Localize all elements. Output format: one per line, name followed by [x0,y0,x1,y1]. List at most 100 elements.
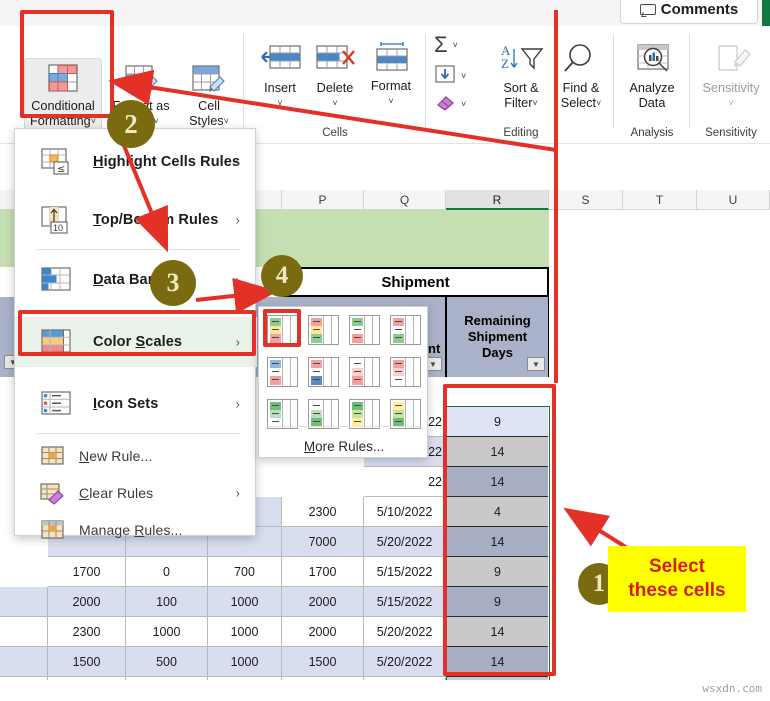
table-cell[interactable]: 5/15/2022 [364,587,446,617]
table-cell[interactable]: 500 [126,647,208,677]
cell-styles-button[interactable]: Cell Styles˅ [178,60,240,129]
table-cell[interactable]: 4000 [48,677,126,680]
format-label: Format ˅ [371,79,411,109]
table-cell[interactable]: 1000 [208,617,282,647]
sort-filter-button[interactable]: A Z Sort & Filter˅ [490,42,552,111]
table-cell[interactable]: 2800 [208,677,282,680]
menu-item-icon-sets[interactable]: Icon Sets › [15,375,257,433]
format-button[interactable]: Format ˅ [364,40,418,109]
chevron-down-icon[interactable]: ˅ [596,96,601,111]
table-cell[interactable] [0,587,48,617]
table-cell[interactable]: 5/20/2022 [364,677,446,680]
color-scale-swatch-blue-white-red[interactable] [267,357,298,387]
table-cell[interactable]: 2000 [48,587,126,617]
group-divider [243,34,244,128]
table-cell[interactable] [0,677,48,680]
chevron-down-icon[interactable]: ˅ [453,40,458,50]
merged-title-shipment[interactable]: Shipment [282,267,549,297]
color-scale-swatch-red-white-blue[interactable] [308,357,339,387]
table-cell[interactable]: 5/20/2022 [364,617,446,647]
table-cell[interactable]: 1000 [208,587,282,617]
color-scale-swatch-green-white[interactable] [267,399,298,429]
menu-item-data-bars[interactable]: Data Bars › [15,251,257,309]
chevron-right-icon: › [235,396,240,412]
group-divider [425,34,426,128]
chevron-down-icon[interactable]: ˅ [277,96,282,111]
filter-button-r[interactable]: ▼ [527,357,545,371]
chevron-down-icon[interactable]: ˅ [332,96,337,111]
table-cell[interactable]: 1000 [208,647,282,677]
more-rules-button[interactable]: More Rules... [259,439,429,454]
column-header-r[interactable]: R [446,190,549,210]
comments-button[interactable]: Comments [620,0,758,24]
step-badge-2: 2 [107,100,155,148]
chevron-down-icon[interactable]: ˅ [728,96,733,111]
sensitivity-icon [709,42,753,78]
column-header-t[interactable]: T [623,190,697,210]
chevron-down-icon[interactable]: ˅ [461,71,466,81]
color-scale-swatch-green-yellow-red[interactable] [267,315,298,345]
table-cell[interactable]: 100 [126,587,208,617]
conditional-formatting-button[interactable]: Conditional Formatting˅ [24,60,102,129]
column-header-s[interactable]: S [549,190,623,210]
column-header-q[interactable]: Q [364,190,446,210]
delete-button[interactable]: Delete ˅ [308,42,362,111]
comments-label: Comments [660,1,739,18]
table-cell[interactable] [0,647,48,677]
autosum-row: Σ ˅ [434,34,458,56]
chevron-down-icon[interactable]: ˅ [532,96,537,111]
table-cell[interactable]: 5/20/2022 [364,647,446,677]
menu-item-label: Clear Rules [79,485,154,501]
insert-cells-icon [258,42,302,78]
sensitivity-button[interactable]: Sensitivity ˅ [694,42,768,111]
table-cell[interactable]: 1500 [282,647,364,677]
table-cell[interactable] [0,617,48,647]
table-cell[interactable]: 1000 [126,617,208,647]
insert-button[interactable]: Insert ˅ [254,42,306,111]
clear-button[interactable]: ˅ [434,92,466,115]
color-scale-swatch-green-white-red[interactable] [349,315,380,345]
table-cell[interactable]: 5/10/2022 [364,497,446,527]
table-cell[interactable]: 2000 [282,617,364,647]
table-cell[interactable]: 2000 [282,587,364,617]
menu-item-color-scales[interactable]: Color Scales › [15,317,257,367]
table-cell[interactable]: 0 [126,557,208,587]
table-cell[interactable]: 1000 [126,677,208,680]
color-scale-swatch-green-yellow[interactable] [349,399,380,429]
table-cell[interactable]: 5/20/2022 [364,527,446,557]
table-cell[interactable]: 1700 [282,557,364,587]
column-header-p[interactable]: P [282,190,364,210]
menu-item-manage-rules[interactable]: Manage Rules... [15,513,257,547]
color-scale-swatch-yellow-green[interactable] [390,399,421,429]
chevron-down-icon[interactable]: ˅ [461,99,466,109]
color-scale-swatch-white-red[interactable] [349,357,380,387]
color-scale-swatch-white-green[interactable] [308,399,339,429]
autosum-button[interactable]: Σ ˅ [434,34,458,56]
menu-item-top-bottom-rules[interactable]: 10 Top/Bottom Rules › [15,191,257,249]
chevron-down-icon[interactable]: ˅ [91,114,96,129]
table-cell[interactable]: 700 [208,557,282,587]
ribbon-group-sensitivity: Sensitivity ˅ Sensitivity [692,26,770,144]
table-cell[interactable]: 2300 [48,617,126,647]
table-cell[interactable]: 1500 [48,647,126,677]
eraser-icon [434,92,456,115]
share-chip[interactable] [762,0,770,28]
analyze-data-button[interactable]: Analyze Data [622,42,682,111]
chevron-down-icon[interactable]: ˅ [224,114,229,129]
color-scale-swatch-red-white[interactable] [390,357,421,387]
fill-button[interactable]: ˅ [434,64,466,87]
color-scale-swatch-red-yellow-green[interactable] [308,315,339,345]
table-cell[interactable]: 5/15/2022 [364,557,446,587]
menu-item-clear-rules[interactable]: Clear Rules › [15,476,257,510]
table-cell[interactable]: 1700 [48,557,126,587]
table-cell[interactable]: 2300 [282,497,364,527]
table-cell[interactable]: 3800 [282,677,364,680]
chevron-down-icon[interactable]: ˅ [388,94,393,109]
chevron-right-icon: › [235,334,240,350]
table-cell[interactable]: 7000 [282,527,364,557]
find-select-button[interactable]: Find & Select˅ [552,42,610,111]
column-header-u[interactable]: U [697,190,770,210]
table-cell[interactable]: 22 [364,467,446,497]
color-scale-swatch-red-white-green[interactable] [390,315,421,345]
menu-item-new-rule[interactable]: New Rule... [15,439,257,473]
